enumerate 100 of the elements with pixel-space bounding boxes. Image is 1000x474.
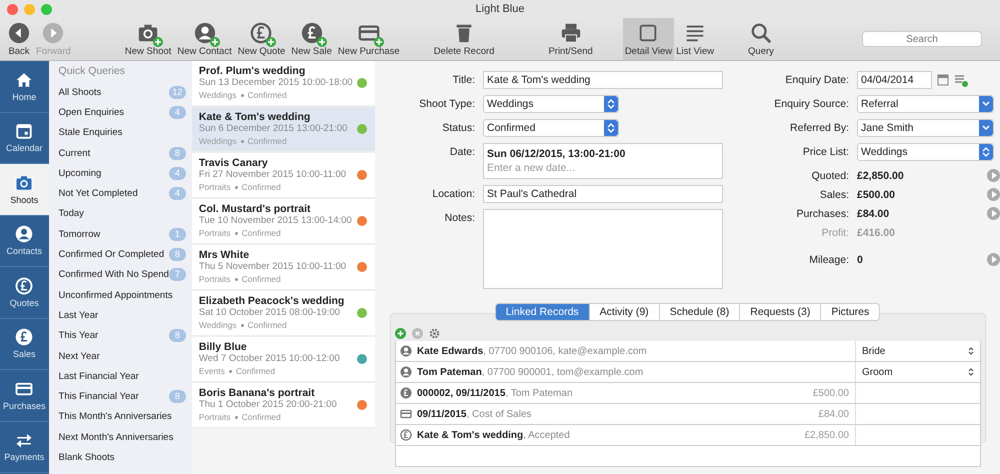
zoom-button[interactable] xyxy=(41,4,52,14)
count-badge: 7 xyxy=(168,268,186,282)
amount-value: £2,850.00 xyxy=(857,169,905,184)
shoot-item[interactable]: Kate & Tom's wedding Sun 6 December 2015 13:00-21:00 Weddings Confirmed xyxy=(192,107,375,153)
field-label: Enquiry Date: xyxy=(784,73,850,88)
query-item[interactable]: Upcoming 4 xyxy=(58,163,186,184)
query-item[interactable]: Last Year xyxy=(58,305,186,326)
go-button[interactable] xyxy=(987,169,1000,182)
count-badge: 1 xyxy=(168,228,186,241)
notes-field[interactable] xyxy=(483,209,723,289)
toolbar-button[interactable]: New Sale xyxy=(289,18,334,60)
calendar-icon xyxy=(15,122,34,140)
calendar-icon[interactable] xyxy=(937,74,949,86)
toolbar-button[interactable]: Detail View xyxy=(622,18,674,60)
toolbar-button[interactable]: Print/Send xyxy=(546,18,595,60)
query-item[interactable]: Last Financial Year xyxy=(58,366,186,386)
query-item[interactable]: Tomorrow 1 xyxy=(58,224,186,244)
nav-item[interactable]: Contacts xyxy=(0,216,49,267)
tab[interactable]: Schedule (8) xyxy=(660,303,740,321)
query-item[interactable]: Unconfirmed Appointments xyxy=(58,284,186,306)
count-badge: 4 xyxy=(168,187,186,200)
pound-coin-icon xyxy=(250,22,272,44)
toolbar-button[interactable]: Query xyxy=(746,18,776,60)
toolbar-button[interactable]: New Purchase xyxy=(336,18,402,60)
query-item[interactable]: All Shoots 12 xyxy=(58,82,186,102)
select-field[interactable]: Weddings xyxy=(483,95,619,113)
field-label: Sales: xyxy=(818,188,850,203)
text-field[interactable]: St Paul's Cathedral xyxy=(483,185,723,203)
add-icon[interactable] xyxy=(395,328,406,339)
amount-value: £500.00 xyxy=(812,388,850,398)
text-field[interactable]: Kate & Tom's wedding xyxy=(483,71,723,89)
query-item[interactable]: Today xyxy=(58,204,186,224)
close-button[interactable] xyxy=(7,4,18,14)
nav-item[interactable]: Shoots xyxy=(0,164,49,216)
minimize-button[interactable] xyxy=(24,4,35,14)
chevron-icon xyxy=(982,101,990,107)
shoot-item[interactable]: Prof. Plum's wedding Sun 13 December 2015 10:00-18:00 Weddings Confirmed xyxy=(192,61,375,107)
separator-dot xyxy=(240,94,244,96)
list-add-icon[interactable] xyxy=(954,74,968,86)
tab[interactable]: Linked Records xyxy=(494,303,590,321)
dropdown-field[interactable]: Jane Smith xyxy=(857,119,994,137)
amount-value: £416.00 xyxy=(857,226,896,241)
stepper-icon xyxy=(982,146,990,158)
tab[interactable]: Activity (9) xyxy=(590,303,660,321)
record-text: Kate & Tom's wedding, Accepted xyxy=(417,430,570,440)
chevron-icon xyxy=(982,125,990,131)
play-icon xyxy=(990,256,996,263)
go-button[interactable] xyxy=(987,253,1000,266)
shoot-item[interactable]: Col. Mustard's portrait Tue 10 November 2015 13:00-14:00 Portraits Confirmed xyxy=(192,199,375,245)
search-field[interactable]: Search xyxy=(862,31,982,47)
shoot-item[interactable]: Boris Banana's portrait Thu 1 October 2015 20:00-21:00 Portraits Confirmed xyxy=(192,383,375,429)
nav-item[interactable]: Sales xyxy=(0,318,49,370)
gear-icon[interactable] xyxy=(429,328,440,339)
query-item[interactable]: This Month's Anniversaries xyxy=(58,406,186,428)
play-icon xyxy=(990,191,996,198)
date-field[interactable]: 04/04/2014 xyxy=(857,71,932,89)
date-field[interactable]: Sun 06/12/2015, 13:00-21:00 Enter a new date... xyxy=(483,143,723,179)
remove-icon[interactable] xyxy=(412,328,423,339)
plus-badge-icon xyxy=(210,37,220,47)
dropdown-field[interactable]: Referral xyxy=(857,95,994,113)
query-item[interactable]: Next Month's Anniversaries xyxy=(58,427,186,448)
count-badge: 8 xyxy=(168,329,186,342)
toolbar-button[interactable]: New Quote xyxy=(236,18,288,60)
toolbar-button[interactable]: New Shoot xyxy=(122,18,174,60)
count-badge: 12 xyxy=(168,86,186,99)
toolbar-button[interactable]: List View xyxy=(674,18,716,60)
query-item[interactable]: Blank Shoots xyxy=(58,447,186,468)
field-label: Date: xyxy=(448,145,476,160)
query-item[interactable]: Confirmed With No Spend 7 xyxy=(58,264,186,285)
shoot-item[interactable]: Billy Blue Wed 7 October 2015 10:00-12:00 Events Confirmed xyxy=(192,337,375,383)
person-icon xyxy=(15,225,34,244)
query-item[interactable]: Not Yet Completed 4 xyxy=(58,183,186,204)
query-item[interactable]: Stale Enquiries xyxy=(58,122,186,143)
toolbar-button[interactable]: Delete Record xyxy=(432,18,496,60)
go-button[interactable] xyxy=(987,188,1000,201)
field-label: Purchases: xyxy=(795,207,850,222)
shoot-item[interactable]: Elizabeth Peacock's wedding Sat 10 October 2015 08:00-19:00 Weddings Confirmed xyxy=(192,291,375,337)
shoot-item[interactable]: Mrs White Thu 5 November 2015 10:00-11:00 Portraits Confirmed xyxy=(192,245,375,291)
query-item[interactable]: Confirmed Or Completed 8 xyxy=(58,244,186,265)
toolbar-button[interactable]: Back xyxy=(6,18,32,60)
shoot-item[interactable]: Travis Canary Fri 27 November 2015 10:00-11:00 Portraits Confirmed xyxy=(192,153,375,199)
query-item[interactable]: This Year 8 xyxy=(58,326,186,346)
query-item[interactable]: Open Enquiries 4 xyxy=(58,102,186,123)
field-label: Enquiry Source: xyxy=(773,97,850,112)
select-field[interactable]: Confirmed xyxy=(483,119,619,137)
select-field[interactable]: Weddings xyxy=(857,143,994,161)
stepper-icon xyxy=(968,346,974,356)
query-item[interactable]: Current 8 xyxy=(58,142,186,164)
query-item[interactable]: This Financial Year 8 xyxy=(58,386,186,407)
window-title: Light Blue xyxy=(476,3,524,15)
camera-icon xyxy=(137,22,160,44)
query-item[interactable]: Next Year xyxy=(58,346,186,366)
role-select[interactable]: Groom xyxy=(862,366,893,378)
go-button[interactable] xyxy=(987,207,1000,220)
tab[interactable]: Pictures xyxy=(821,303,880,321)
plus-badge-icon xyxy=(153,37,164,47)
toolbar-button[interactable]: New Contact xyxy=(175,18,234,60)
tab[interactable]: Requests (3) xyxy=(740,303,822,321)
role-select[interactable]: Bride xyxy=(862,346,886,356)
play-icon xyxy=(990,210,996,217)
